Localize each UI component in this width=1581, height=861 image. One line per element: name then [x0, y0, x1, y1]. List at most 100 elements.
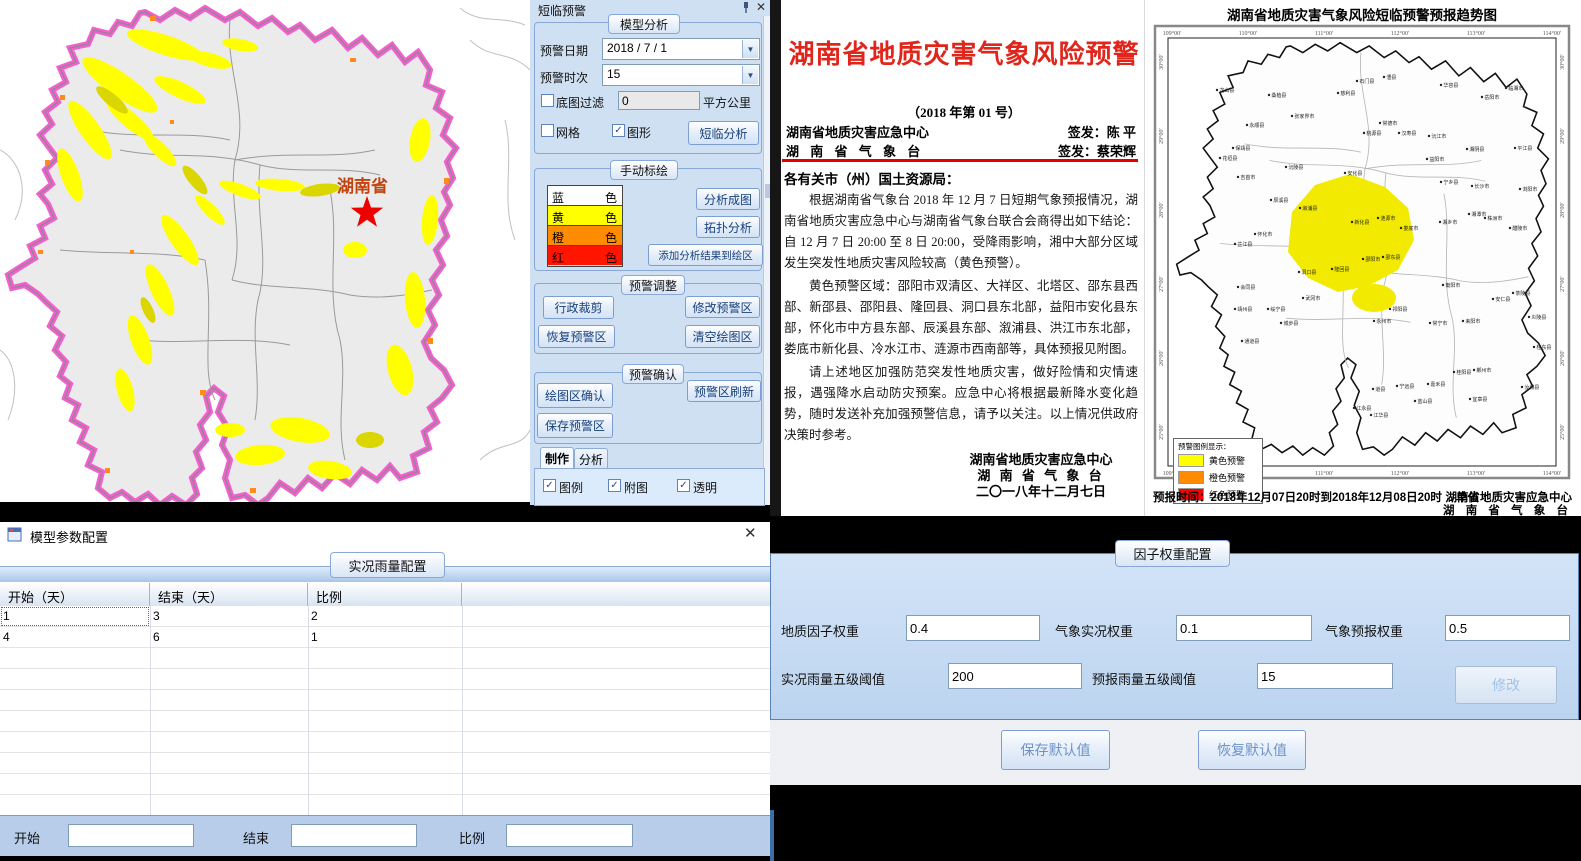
svg-text:湘潭市: 湘潭市: [1471, 211, 1486, 218]
column-header-ratio[interactable]: 比例: [308, 583, 462, 606]
tab-make-panel: 图例 附图 透明: [534, 468, 765, 506]
short-term-analysis-button[interactable]: 短临分析: [688, 121, 759, 145]
palette-row-blue[interactable]: 蓝 色: [548, 186, 622, 206]
svg-text:长沙市: 长沙市: [1474, 183, 1489, 190]
svg-text:111°00′: 111°00′: [1315, 470, 1334, 477]
geo-weight-input[interactable]: [906, 615, 1040, 641]
transparent-checkbox[interactable]: [677, 479, 690, 492]
svg-text:华容县: 华容县: [1443, 82, 1458, 89]
svg-text:吉首市: 吉首市: [1240, 174, 1255, 181]
column-header-end[interactable]: 结束（天）: [150, 583, 308, 606]
svg-text:绥宁县: 绥宁县: [1270, 306, 1285, 313]
dialog-close-icon[interactable]: ✕: [744, 526, 757, 541]
paragraph-1: 根据湖南省气象台 2018 年 12 月 7 日短期气象预报情况，湖南省地质灾害…: [784, 190, 1138, 274]
svg-text:沅江市: 沅江市: [1431, 133, 1446, 140]
color-palette-list[interactable]: 蓝 色 黄 色 橙 色 红 色: [547, 185, 623, 267]
attach-map-checkbox[interactable]: [608, 479, 621, 492]
table-row[interactable]: 4 6 1: [0, 627, 770, 648]
graphic-checkbox[interactable]: [612, 124, 625, 137]
topology-analysis-button[interactable]: 拓扑分析: [696, 216, 760, 238]
modify-button[interactable]: 修改: [1455, 666, 1557, 704]
svg-text:湘乡市: 湘乡市: [1442, 219, 1457, 226]
palette-row-red[interactable]: 红 色: [548, 246, 622, 265]
svg-text:辰溪县: 辰溪县: [1273, 197, 1288, 204]
dialog-titlebar[interactable]: 模型参数配置 ✕: [0, 522, 770, 548]
svg-text:安化县: 安化县: [1347, 170, 1362, 177]
warning-confirm-group-label: 预警确认: [622, 364, 684, 384]
pin-icon[interactable]: [741, 1, 751, 19]
add-result-to-canvas-button[interactable]: 添加分析结果到绘区: [648, 244, 763, 266]
svg-text:岳阳市: 岳阳市: [1484, 94, 1499, 101]
tab-make[interactable]: 制作: [540, 447, 574, 469]
svg-text:汉寿县: 汉寿县: [1401, 130, 1416, 137]
start-input[interactable]: [68, 824, 194, 847]
svg-text:江永县: 江永县: [1356, 405, 1371, 412]
page-edge-divider: [1144, 0, 1145, 516]
live-weather-weight-label: 气象实况权重: [1055, 621, 1133, 640]
chevron-down-icon[interactable]: ▼: [742, 40, 758, 58]
clear-canvas-button[interactable]: 清空绘图区: [685, 325, 760, 348]
svg-text:澧县: 澧县: [1386, 74, 1396, 81]
svg-text:114°00′: 114°00′: [1543, 470, 1562, 477]
svg-text:常宁市: 常宁市: [1432, 320, 1447, 327]
legend-checkbox[interactable]: [543, 479, 556, 492]
forecast-weight-input[interactable]: [1445, 615, 1570, 641]
admin-clip-button[interactable]: 行政裁剪: [543, 296, 614, 319]
legend-title: 预警图例显示：: [1174, 439, 1262, 452]
table-row[interactable]: 1 3 2: [0, 606, 770, 627]
chevron-down-icon[interactable]: ▼: [742, 66, 758, 84]
save-defaults-button[interactable]: 保存默认值: [1001, 730, 1110, 770]
svg-text:蓝山县: 蓝山县: [1417, 398, 1432, 405]
tab-analyze[interactable]: 分析: [574, 448, 608, 469]
live-rain-threshold-input[interactable]: [948, 663, 1082, 689]
restore-warning-area-button[interactable]: 恢复预警区: [538, 325, 615, 348]
canvas-confirm-button[interactable]: 绘图区确认: [537, 383, 613, 408]
svg-text:113°00′: 113°00′: [1467, 470, 1486, 477]
warning-area-refresh-button[interactable]: 预警区刷新: [687, 380, 761, 402]
document-footer: 湖南省地质灾害应急中心 湖 南 省 气 象 台 二〇一八年十二月七日: [950, 452, 1132, 500]
svg-text:江华县: 江华县: [1373, 412, 1388, 419]
svg-text:保靖县: 保靖县: [1235, 145, 1250, 152]
filter-value-input[interactable]: [618, 91, 700, 110]
signer-line-2: 签发：蔡荣辉: [1010, 141, 1136, 160]
svg-text:株洲市: 株洲市: [1487, 215, 1502, 222]
start-label: 开始: [14, 828, 40, 847]
dialog-title: 模型参数配置: [30, 527, 108, 546]
svg-text:112°00′: 112°00′: [1391, 30, 1410, 37]
svg-text:28°00′: 28°00′: [1158, 201, 1165, 217]
svg-text:衡阳市: 衡阳市: [1445, 282, 1460, 289]
palette-row-orange[interactable]: 橙 色: [548, 226, 622, 246]
modify-warning-area-button[interactable]: 修改预警区: [685, 296, 760, 318]
document-title: 湖南省地质灾害气象风险预警: [784, 34, 1144, 71]
recipient-line: 各有关市（州）国土资源局：: [784, 168, 960, 188]
warning-date-combobox[interactable]: 2018 / 7 / 1 ▼: [602, 38, 760, 60]
warning-time-combobox[interactable]: 15 ▼: [602, 64, 760, 86]
ratio-input[interactable]: [506, 824, 633, 847]
svg-text:安仁县: 安仁县: [1495, 296, 1510, 303]
forecast-rain-threshold-input[interactable]: [1257, 663, 1393, 689]
panel-close-icon[interactable]: ✕: [756, 0, 766, 15]
graphic-label: 图形: [627, 124, 651, 141]
restore-defaults-button[interactable]: 恢复默认值: [1198, 730, 1306, 770]
grid-checkbox[interactable]: [541, 124, 554, 137]
svg-text:25°00′: 25°00′: [1158, 423, 1165, 439]
svg-text:益阳市: 益阳市: [1429, 156, 1444, 163]
save-warning-area-button[interactable]: 保存预警区: [537, 413, 613, 438]
paragraph-3: 请上述地区加强防范突发性地质灾害，做好险情和灾情速报，遇强降水启动防灾预案。应急…: [784, 362, 1138, 446]
basemap-filter-checkbox[interactable]: [541, 94, 554, 107]
analysis-to-map-button[interactable]: 分析成图: [696, 188, 760, 210]
column-header-blank: [462, 583, 769, 606]
svg-text:桑植县: 桑植县: [1271, 92, 1286, 99]
svg-text:29°00′: 29°00′: [1559, 127, 1566, 143]
end-input[interactable]: [291, 824, 417, 847]
column-header-start[interactable]: 开始（天）: [0, 583, 150, 606]
table-body[interactable]: 1 3 2 4 6 1: [0, 606, 770, 815]
svg-text:怀化市: 怀化市: [1257, 231, 1272, 238]
svg-text:洞口县: 洞口县: [1301, 269, 1316, 276]
province-risk-map[interactable]: 湖南省: [0, 0, 530, 502]
palette-row-yellow[interactable]: 黄 色: [548, 206, 622, 226]
warning-document-view: 湖南省地质灾害气象风险预警 （2018 年第 01 号） 湖南省地质灾害应急中心…: [770, 0, 1581, 516]
live-weather-weight-input[interactable]: [1176, 615, 1312, 641]
svg-text:通道县: 通道县: [1244, 338, 1259, 345]
svg-text:30°00′: 30°00′: [1559, 53, 1566, 69]
